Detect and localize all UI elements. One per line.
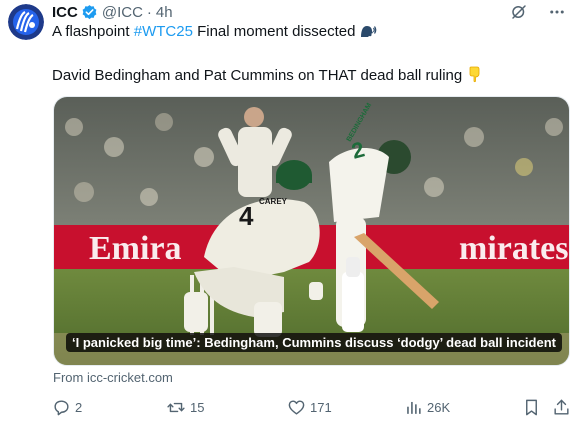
tweet-text-prefix: A flashpoint [52, 23, 134, 40]
media-caption: ‘I panicked big time’: Bedingham, Cummin… [66, 333, 562, 352]
keeper-jersey-name: CAREY [259, 197, 288, 206]
heart-icon [288, 400, 305, 415]
banner-text-left: Emira [89, 230, 182, 267]
views-button[interactable]: 26K [404, 398, 450, 417]
tweet-text-line2: David Bedingham and Pat Cummins on THAT … [52, 67, 463, 84]
header-actions [509, 2, 567, 22]
tweet-text: A flashpoint #WTC25 Final moment dissect… [52, 22, 567, 89]
tweet-line-2: David Bedingham and Pat Cummins on THAT … [52, 65, 567, 89]
share-button[interactable] [552, 398, 571, 417]
speaking-head-icon [359, 23, 377, 45]
retweet-count: 15 [190, 400, 205, 415]
cricket-photo: Emira mirates 4 CAREY 2 BEDINGHAM [54, 97, 569, 365]
bookmark-button[interactable] [522, 398, 541, 417]
backhand-index-pointing-down-icon [465, 65, 483, 89]
like-button[interactable]: 171 [287, 398, 332, 417]
more-icon[interactable] [547, 2, 567, 22]
bookmark-icon [526, 399, 537, 416]
retweet-button[interactable]: 15 [166, 398, 204, 417]
banner-text-right: mirates [459, 230, 569, 267]
reply-button[interactable]: 2 [52, 398, 82, 417]
avatar[interactable] [8, 4, 44, 40]
tweet-text-suffix: Final moment dissected [192, 23, 356, 40]
keeper-jersey-number: 4 [239, 201, 254, 231]
tweet-header: ICC @ICC · 4h [52, 2, 173, 22]
card-source-link[interactable]: From icc-cricket.com [53, 370, 173, 385]
timestamp[interactable]: 4h [156, 4, 173, 21]
tweet-actions: 2 15 171 26K [52, 398, 570, 420]
verified-badge-icon [81, 4, 98, 21]
like-count: 171 [310, 400, 332, 415]
hashtag-link[interactable]: #WTC25 [134, 23, 193, 40]
separator-dot: · [146, 3, 152, 21]
author-handle[interactable]: @ICC [102, 4, 143, 21]
reply-count: 2 [75, 400, 83, 415]
tweet-line-1: A flashpoint #WTC25 Final moment dissect… [52, 22, 567, 45]
share-icon [554, 399, 569, 415]
author-name[interactable]: ICC [52, 4, 78, 21]
retweet-icon [167, 402, 185, 413]
views-icon [407, 401, 421, 414]
media-image[interactable]: Emira mirates 4 CAREY 2 BEDINGHAM ‘I pan… [53, 96, 570, 366]
grok-icon[interactable] [509, 2, 529, 22]
icc-logo-icon [8, 4, 44, 40]
views-count: 26K [427, 400, 451, 415]
reply-icon [54, 400, 69, 416]
